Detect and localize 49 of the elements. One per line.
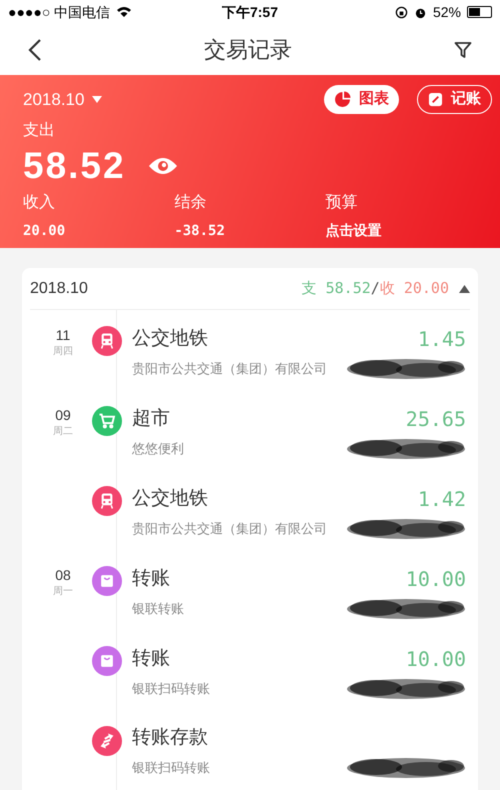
weekday-label: 周四 (53, 345, 73, 359)
page-title: 交易记录 (204, 36, 292, 64)
transaction-title[interactable]: 公交地铁 (132, 324, 208, 354)
group-month: 2018.10 (30, 278, 88, 298)
transaction-title[interactable]: 转账 (132, 644, 170, 674)
merchant-name: 贵阳市公共交通（集团）有限公司 (132, 360, 327, 378)
transaction-title[interactable]: 公交地铁 (132, 484, 208, 514)
stat-label: 预算 (326, 192, 359, 213)
battery-icon (467, 6, 492, 18)
merchant-name: 银联转账 (132, 600, 184, 618)
pie-chart-icon (334, 90, 351, 108)
merchant-name: 悠悠便利 (132, 440, 184, 458)
back-icon[interactable] (28, 38, 42, 62)
stat-value[interactable]: 点击设置 (326, 220, 477, 242)
transaction-amount: 10.00 (406, 566, 466, 593)
record-button[interactable]: 记账 (417, 84, 492, 114)
clock-time: 下午7:57 (222, 2, 278, 22)
eye-icon[interactable] (148, 156, 178, 176)
weekday-label: 周二 (53, 425, 73, 439)
merchant-name: 银联扫码转账 (132, 758, 210, 777)
carrier-text: ●●●●○ 中国电信 (8, 2, 110, 22)
expense-label: 支出 (23, 120, 56, 141)
stat-label: 结余 (174, 192, 208, 213)
collapse-icon[interactable] (459, 284, 470, 292)
transaction-amount: 1.42 (418, 486, 466, 513)
group-totals: 支 58.52/收 20.00 (302, 278, 449, 300)
chart-button[interactable]: 图表 (324, 84, 399, 114)
stat-value: 20.00 (23, 222, 66, 241)
day-number: 08 (55, 566, 71, 584)
wifi-icon (116, 6, 132, 18)
merchant-name: 贵阳市公共交通（集团）有限公司 (132, 520, 327, 538)
dropdown-caret-icon (92, 96, 102, 103)
rotation-lock-icon (394, 6, 408, 19)
battery-percent: 52% (432, 2, 461, 22)
transaction-amount: 25.65 (406, 406, 466, 433)
filter-icon[interactable] (454, 40, 472, 59)
transaction-title[interactable]: 转账 (132, 564, 170, 594)
transaction-amount: 1.45 (418, 326, 466, 353)
expense-amount: 58.52 (23, 144, 126, 188)
weekday-label: 周一 (53, 585, 73, 599)
transaction-amount: 10.00 (406, 646, 466, 673)
stat-label: 收入 (23, 192, 56, 213)
transaction-title[interactable]: 超市 (132, 404, 170, 434)
transaction-title[interactable]: 转账存款 (132, 724, 208, 752)
day-number: 11 (56, 326, 70, 344)
merchant-name: 银联扫码转账 (132, 680, 210, 698)
stat-value: -38.52 (174, 222, 226, 241)
edit-icon (428, 92, 443, 107)
day-number: 09 (55, 406, 71, 424)
